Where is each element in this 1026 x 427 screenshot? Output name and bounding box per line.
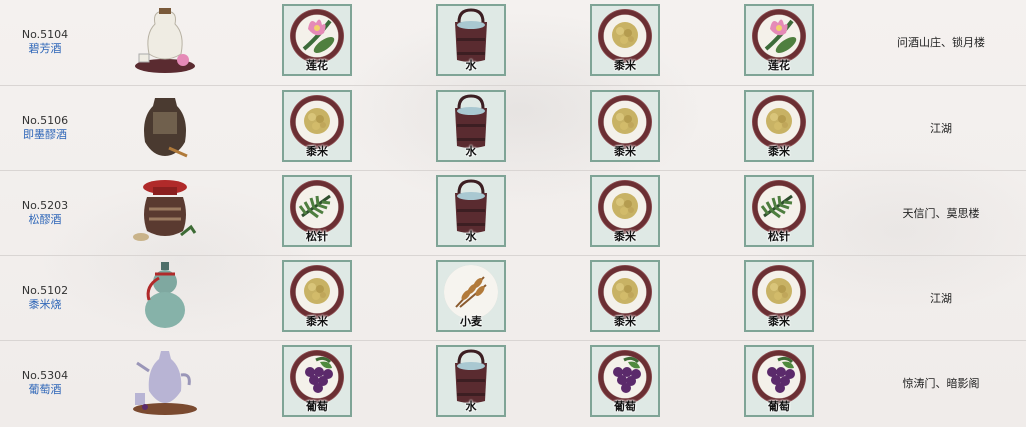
ingredient-label: 葡萄 bbox=[614, 399, 636, 413]
ingredient-tile[interactable]: 松针 bbox=[282, 174, 352, 247]
recipe-id-cell: No.5304 葡萄酒 bbox=[0, 340, 90, 425]
ingredient-label: 葡萄 bbox=[768, 399, 790, 413]
wine-pot-icon bbox=[125, 345, 205, 417]
ingredient-label: 黍米 bbox=[614, 59, 636, 73]
recipe-number: No.5102 bbox=[21, 283, 69, 297]
ingredient-cell: 水 bbox=[394, 340, 548, 425]
ingredient-cell: 黍米 bbox=[702, 255, 856, 340]
ingredient-tile[interactable]: 黍米 bbox=[282, 89, 352, 162]
ingredient-tile[interactable]: 黍米 bbox=[590, 259, 660, 332]
ingredient-tile[interactable]: 黍米 bbox=[282, 259, 352, 332]
ingredient-tile[interactable]: 黍米 bbox=[744, 89, 814, 162]
ingredient-cell: 黍米 bbox=[548, 85, 702, 170]
ingredient-cell: 莲花 bbox=[702, 0, 856, 85]
recipe-row: No.5304 葡萄酒葡萄 水 葡萄 葡萄 惊涛门、暗影阁 bbox=[0, 340, 1026, 425]
ingredient-tile[interactable]: 水 bbox=[436, 4, 506, 77]
recipe-name-link[interactable]: 黍米烧 bbox=[0, 298, 90, 312]
ingredient-cell: 水 bbox=[394, 85, 548, 170]
recipe-number: No.5106 bbox=[21, 113, 69, 127]
wine-image-cell bbox=[90, 255, 240, 340]
recipe-row: No.5203 松醪酒松针 水 黍米 松针 天信门、莫思楼 bbox=[0, 170, 1026, 255]
recipe-id-cell: No.5106 即墨醪酒 bbox=[0, 85, 90, 170]
ingredient-label: 松针 bbox=[306, 229, 328, 243]
wine-image-cell bbox=[90, 340, 240, 425]
ingredient-cell: 黍米 bbox=[548, 255, 702, 340]
recipe-row: No.5104 碧芳酒莲花 水 黍米 莲花 问酒山庄、锁月楼 bbox=[0, 0, 1026, 85]
ingredient-label: 黍米 bbox=[614, 314, 636, 328]
ingredient-label: 水 bbox=[465, 59, 477, 73]
source-text: 问酒山庄、锁月楼 bbox=[897, 36, 985, 50]
red-lid-jar-icon bbox=[125, 175, 205, 247]
ingredient-label: 黍米 bbox=[614, 144, 636, 158]
ingredient-cell: 松针 bbox=[702, 170, 856, 255]
recipe-row: No.5102 黍米烧黍米 小麦 黍米 黍米 江湖 bbox=[0, 255, 1026, 340]
ingredient-cell: 小麦 bbox=[394, 255, 548, 340]
ingredient-cell: 松针 bbox=[240, 170, 394, 255]
recipe-number: No.5104 bbox=[21, 28, 69, 42]
wine-image-cell bbox=[90, 170, 240, 255]
ingredient-cell: 水 bbox=[394, 0, 548, 85]
ingredient-cell: 黍米 bbox=[240, 85, 394, 170]
gourd-bottle-icon bbox=[125, 260, 205, 332]
ingredient-tile[interactable]: 黍米 bbox=[744, 259, 814, 332]
recipe-name-link[interactable]: 松醪酒 bbox=[0, 213, 90, 227]
recipe-name-link[interactable]: 即墨醪酒 bbox=[0, 128, 90, 142]
recipe-name-link[interactable]: 葡萄酒 bbox=[0, 383, 90, 397]
ingredient-cell: 葡萄 bbox=[702, 340, 856, 425]
ingredient-label: 黍米 bbox=[306, 314, 328, 328]
ingredient-label: 葡萄 bbox=[306, 399, 328, 413]
ingredient-tile[interactable]: 水 bbox=[436, 89, 506, 162]
ingredient-label: 莲花 bbox=[768, 59, 790, 73]
recipe-id-cell: No.5102 黍米烧 bbox=[0, 255, 90, 340]
ingredient-cell: 葡萄 bbox=[548, 340, 702, 425]
ingredient-tile[interactable]: 莲花 bbox=[744, 4, 814, 77]
recipe-name-link[interactable]: 碧芳酒 bbox=[0, 42, 90, 56]
source-text: 江湖 bbox=[930, 291, 952, 305]
ingredient-tile[interactable]: 葡萄 bbox=[590, 344, 660, 417]
ingredient-label: 黍米 bbox=[768, 144, 790, 158]
ingredient-cell: 黍米 bbox=[702, 85, 856, 170]
ingredient-tile[interactable]: 葡萄 bbox=[744, 344, 814, 417]
ingredient-tile[interactable]: 黍米 bbox=[590, 4, 660, 77]
source-text: 惊涛门、暗影阁 bbox=[902, 376, 980, 390]
ingredient-tile[interactable]: 葡萄 bbox=[282, 344, 352, 417]
ingredient-tile[interactable]: 黍米 bbox=[590, 89, 660, 162]
ingredient-cell: 黍米 bbox=[548, 0, 702, 85]
ingredient-tile[interactable]: 黍米 bbox=[590, 174, 660, 247]
recipe-number: No.5304 bbox=[21, 368, 69, 382]
recipe-number: No.5203 bbox=[21, 198, 69, 212]
ingredient-cell: 莲花 bbox=[240, 0, 394, 85]
ingredient-label: 黍米 bbox=[306, 144, 328, 158]
ingredient-label: 莲花 bbox=[306, 59, 328, 73]
recipe-id-cell: No.5203 松醪酒 bbox=[0, 170, 90, 255]
ingredient-label: 水 bbox=[465, 144, 477, 158]
ingredient-label: 松针 bbox=[768, 229, 790, 243]
ingredient-tile[interactable]: 小麦 bbox=[436, 259, 506, 332]
ingredient-tile[interactable]: 松针 bbox=[744, 174, 814, 247]
recipe-id-cell: No.5104 碧芳酒 bbox=[0, 0, 90, 85]
lotus-wine-icon bbox=[125, 4, 205, 76]
ingredient-label: 黍米 bbox=[614, 229, 636, 243]
ingredient-cell: 葡萄 bbox=[240, 340, 394, 425]
jar-wine-icon bbox=[125, 90, 205, 162]
ingredient-tile[interactable]: 水 bbox=[436, 344, 506, 417]
ingredient-label: 黍米 bbox=[768, 314, 790, 328]
source-text: 江湖 bbox=[930, 121, 952, 135]
ingredient-tile[interactable]: 莲花 bbox=[282, 4, 352, 77]
source-text: 天信门、莫思楼 bbox=[902, 206, 980, 220]
ingredient-cell: 水 bbox=[394, 170, 548, 255]
ingredient-label: 水 bbox=[465, 399, 477, 413]
ingredient-label: 小麦 bbox=[460, 314, 482, 328]
recipe-row: No.5106 即墨醪酒黍米 水 黍米 黍米 江湖 bbox=[0, 85, 1026, 170]
ingredient-cell: 黍米 bbox=[240, 255, 394, 340]
wine-image-cell bbox=[90, 0, 240, 85]
ingredient-label: 水 bbox=[465, 229, 477, 243]
ingredient-tile[interactable]: 水 bbox=[436, 174, 506, 247]
wine-recipe-table: No.5104 碧芳酒 莲花水黍米 莲花 问酒山庄、锁月楼 No.5106 即墨醪酒 黍米水黍… bbox=[0, 0, 1026, 425]
wine-image-cell bbox=[90, 85, 240, 170]
ingredient-cell: 黍米 bbox=[548, 170, 702, 255]
